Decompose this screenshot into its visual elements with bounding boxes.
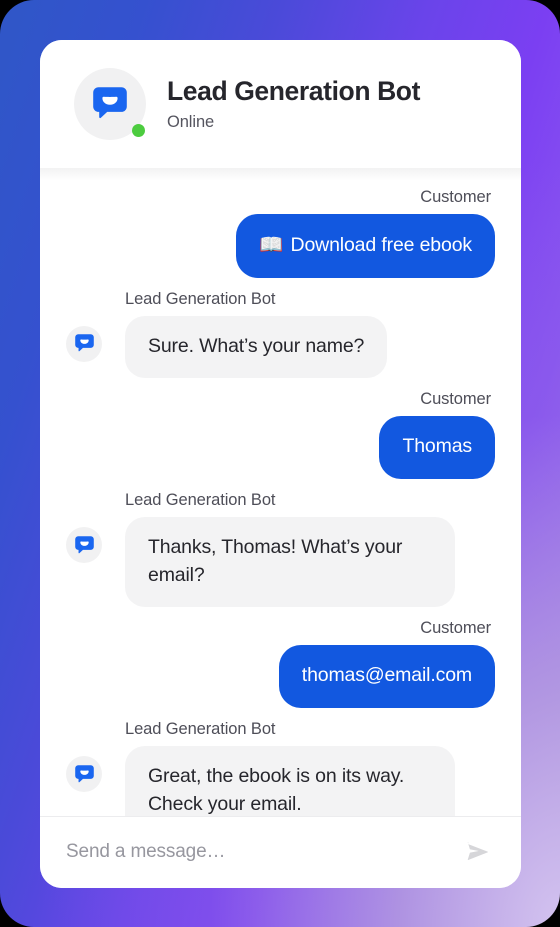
bot-avatar	[74, 68, 146, 140]
message-list[interactable]: Customer 📖 Download free ebook Lead Gener…	[40, 168, 521, 816]
message-item: Customer 📖 Download free ebook	[66, 188, 495, 278]
message-item: Lead Generation Bot Great, the ebook is …	[66, 720, 495, 816]
message-text: Download free ebook	[290, 234, 473, 256]
message-item: Customer Thomas	[66, 390, 495, 480]
message-bubble-bot: Thanks, Thomas! What’s your email?	[125, 517, 455, 608]
gradient-background: Lead Generation Bot Online Customer 📖 Dow…	[0, 0, 560, 927]
message-item: Lead Generation Bot Sure. What’s your na…	[66, 290, 495, 379]
message-composer	[40, 816, 521, 888]
message-input[interactable]	[66, 841, 461, 863]
page-title: Lead Generation Bot	[167, 76, 421, 107]
message-sender-label: Lead Generation Bot	[125, 289, 276, 308]
message-sender-label: Customer	[420, 619, 491, 638]
message-item: Lead Generation Bot Thanks, Thomas! What…	[66, 491, 495, 608]
open-book-icon: 📖	[259, 233, 284, 256]
chatbot-logo-icon	[66, 527, 102, 564]
send-button[interactable]	[461, 835, 495, 869]
online-status-dot	[132, 124, 145, 137]
message-bubble-bot: Great, the ebook is on its way. Check yo…	[125, 746, 455, 816]
chat-widget-card: Lead Generation Bot Online Customer 📖 Dow…	[40, 40, 521, 888]
message-sender-label: Lead Generation Bot	[125, 720, 276, 739]
message-sender-label: Customer	[420, 188, 491, 206]
header-text-block: Lead Generation Bot Online	[167, 76, 420, 131]
chatbot-logo-icon	[66, 325, 102, 362]
chatbot-logo-icon	[66, 756, 102, 793]
status-badge: Online	[167, 112, 215, 131]
message-bubble-customer: thomas@email.com	[278, 645, 495, 709]
message-bubble-bot: Sure. What’s your name?	[125, 315, 388, 379]
message-sender-label: Lead Generation Bot	[125, 491, 276, 510]
message-sender-label: Customer	[420, 390, 491, 409]
message-bubble-customer[interactable]: 📖 Download free ebook	[236, 214, 495, 278]
message-item: Customer thomas@email.com	[66, 619, 495, 709]
chat-header: Lead Generation Bot Online	[40, 40, 521, 181]
message-bubble-customer: Thomas	[379, 416, 495, 480]
send-paper-plane-icon	[465, 839, 491, 865]
